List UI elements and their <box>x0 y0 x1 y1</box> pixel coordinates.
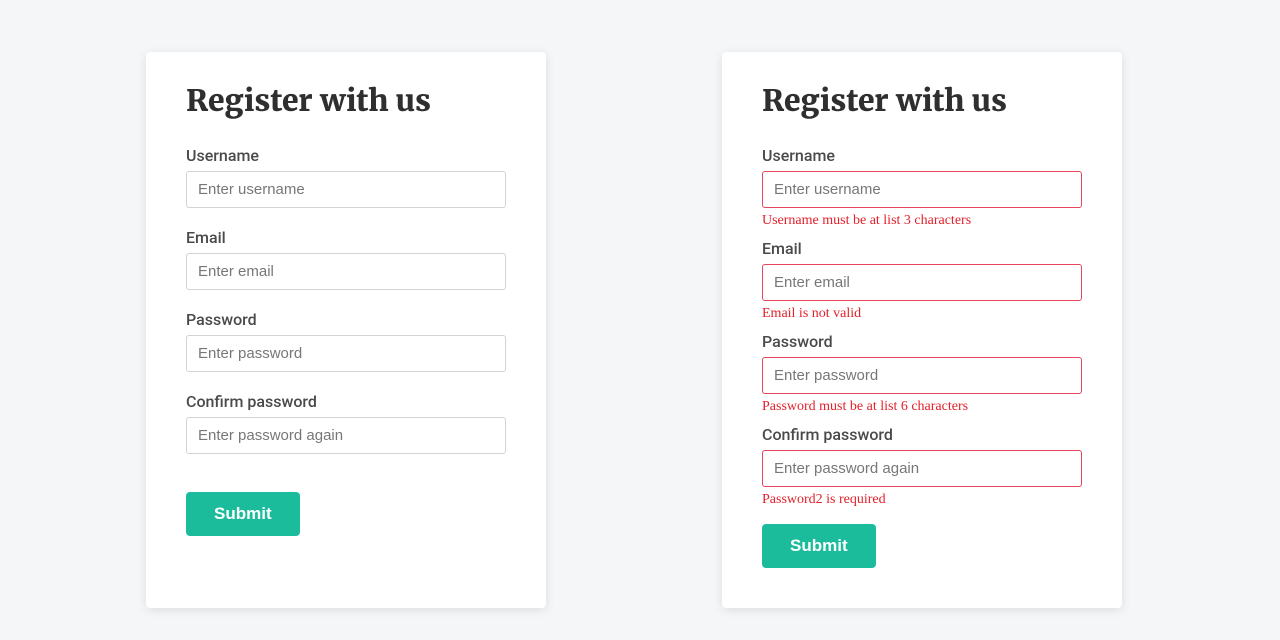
confirm-password-input[interactable] <box>186 417 506 454</box>
username-input[interactable] <box>762 171 1082 208</box>
username-label: Username <box>186 146 506 165</box>
confirm-password-input[interactable] <box>762 450 1082 487</box>
register-form-default: Register with us Username Email Password… <box>146 52 546 608</box>
field-username: Username <box>186 146 506 208</box>
form-title: Register with us <box>762 82 1082 120</box>
field-password: Password Password must be at list 6 char… <box>762 332 1082 415</box>
email-input[interactable] <box>186 253 506 290</box>
email-error-text: Email is not valid <box>762 306 1082 322</box>
field-password: Password <box>186 310 506 372</box>
email-input[interactable] <box>762 264 1082 301</box>
submit-button[interactable]: Submit <box>762 524 876 568</box>
password-label: Password <box>762 332 1082 351</box>
confirm-password-label: Confirm password <box>762 425 1082 444</box>
username-input[interactable] <box>186 171 506 208</box>
field-username: Username Username must be at list 3 char… <box>762 146 1082 229</box>
page-container: Register with us Username Email Password… <box>0 0 1280 608</box>
username-error-text: Username must be at list 3 characters <box>762 213 1082 229</box>
password-error-text: Password must be at list 6 characters <box>762 399 1082 415</box>
password-label: Password <box>186 310 506 329</box>
form-title: Register with us <box>186 82 506 120</box>
confirm-password-error-text: Password2 is required <box>762 492 1082 508</box>
email-label: Email <box>762 239 1082 258</box>
field-confirm-password: Confirm password <box>186 392 506 454</box>
field-email: Email <box>186 228 506 290</box>
submit-button[interactable]: Submit <box>186 492 300 536</box>
register-form-errors: Register with us Username Username must … <box>722 52 1122 608</box>
email-label: Email <box>186 228 506 247</box>
field-email: Email Email is not valid <box>762 239 1082 322</box>
field-confirm-password: Confirm password Password2 is required <box>762 425 1082 508</box>
confirm-password-label: Confirm password <box>186 392 506 411</box>
password-input[interactable] <box>762 357 1082 394</box>
password-input[interactable] <box>186 335 506 372</box>
username-label: Username <box>762 146 1082 165</box>
